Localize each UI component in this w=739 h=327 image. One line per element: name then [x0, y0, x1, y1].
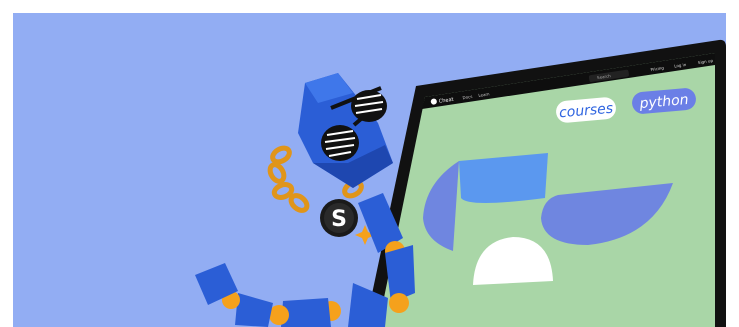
badge-letter: S: [331, 207, 347, 232]
page-frame: Cheat Docs Learn Search Pricing Log in S…: [0, 0, 739, 327]
snake-joint: [269, 305, 289, 325]
screen-shape-light-blue: [459, 153, 548, 203]
snake-joint: [389, 293, 409, 313]
hero-illustration: Cheat Docs Learn Search Pricing Log in S…: [13, 13, 726, 327]
